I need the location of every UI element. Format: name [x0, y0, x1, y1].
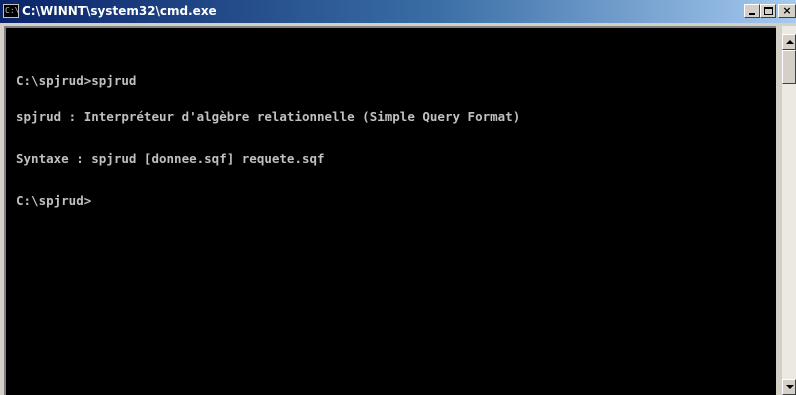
console-prompt: C:\spjrud> [16, 193, 92, 208]
close-button[interactable]: × [778, 4, 796, 18]
maximize-button[interactable] [760, 4, 776, 18]
console-text: C:\spjrud>spjrud spjrud : Interpréteur d… [16, 51, 520, 231]
window-title: C:\WINNT\system32\cmd.exe [22, 4, 217, 18]
console-line: spjrud : Interpréteur d'algèbre relation… [16, 109, 521, 124]
console-app-icon[interactable]: C:\ [3, 4, 19, 18]
arrow-up-icon [786, 40, 794, 44]
minimize-icon [749, 13, 755, 15]
arrow-down-icon [786, 385, 794, 389]
minimize-button[interactable] [744, 4, 760, 18]
scrollbar-thumb[interactable] [782, 50, 796, 84]
console-output-area[interactable]: C:\spjrud>spjrud spjrud : Interpréteur d… [4, 26, 776, 395]
console-line: C:\spjrud>spjrud [16, 73, 137, 88]
scroll-up-button[interactable] [782, 34, 796, 50]
close-icon: × [782, 4, 792, 17]
title-bar[interactable]: C:\ C:\WINNT\system32\cmd.exe × [0, 0, 796, 24]
vertical-scrollbar[interactable] [782, 26, 796, 395]
scroll-down-button[interactable] [782, 379, 796, 395]
maximize-icon [764, 7, 773, 15]
console-line: Syntaxe : spjrud [donnee.sqf] requete.sq… [16, 151, 325, 166]
cmd-window: C:\ C:\WINNT\system32\cmd.exe × C:\spjru… [0, 0, 796, 395]
